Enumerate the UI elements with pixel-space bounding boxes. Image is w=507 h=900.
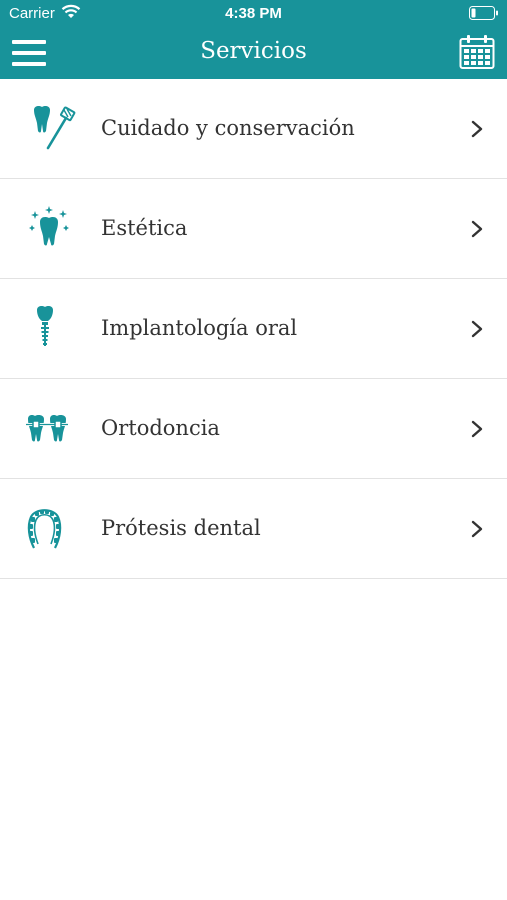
service-item-cuidado[interactable]: Cuidado y conservación <box>0 79 507 179</box>
calendar-icon <box>459 35 495 69</box>
service-label: Estética <box>101 216 188 240</box>
tooth-toothbrush-icon <box>24 104 78 154</box>
braces-icon <box>24 404 78 454</box>
chevron-right-icon <box>469 119 485 139</box>
status-time: 4:38 PM <box>225 5 282 22</box>
services-list: Cuidado y conservación Estética Implanto… <box>0 79 507 579</box>
top-bar: Carrier 4:38 PM Servicios <box>0 0 507 79</box>
service-label: Implantología oral <box>101 316 298 340</box>
navigation-bar: Servicios <box>0 28 507 79</box>
service-label: Cuidado y conservación <box>101 116 355 140</box>
dental-implant-icon <box>24 304 78 354</box>
status-bar: Carrier 4:38 PM <box>0 0 507 28</box>
page-title: Servicios <box>200 38 307 64</box>
service-item-ortodoncia[interactable]: Ortodoncia <box>0 379 507 479</box>
chevron-right-icon <box>469 219 485 239</box>
service-item-implantologia[interactable]: Implantología oral <box>0 279 507 379</box>
sparkling-tooth-icon <box>24 204 78 254</box>
battery-icon <box>469 6 499 24</box>
service-item-protesis[interactable]: Prótesis dental <box>0 479 507 579</box>
service-label: Prótesis dental <box>101 516 261 540</box>
dental-arch-icon <box>24 504 78 554</box>
calendar-button[interactable] <box>459 34 495 70</box>
service-item-estetica[interactable]: Estética <box>0 179 507 279</box>
chevron-right-icon <box>469 319 485 339</box>
chevron-right-icon <box>469 519 485 539</box>
service-label: Ortodoncia <box>101 416 220 440</box>
chevron-right-icon <box>469 419 485 439</box>
